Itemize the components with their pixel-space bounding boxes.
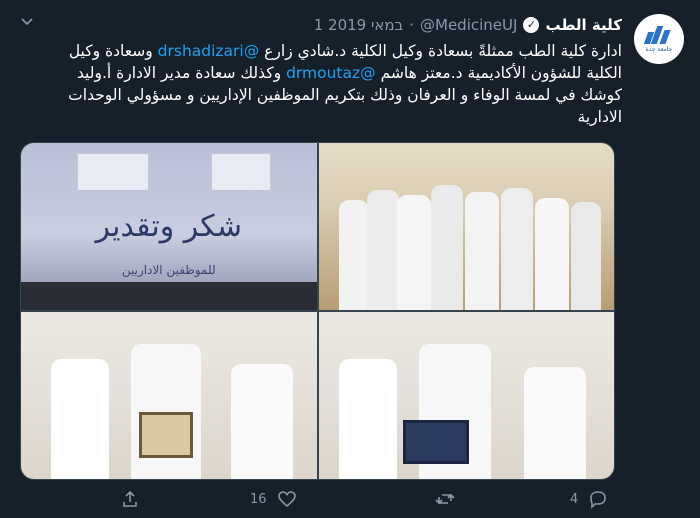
logo-box	[211, 153, 271, 191]
photo-slide[interactable]: شكر وتقدير للموظفين الاداريين	[21, 143, 317, 310]
like-button[interactable]: 16	[250, 484, 297, 514]
retweet-button[interactable]	[425, 484, 455, 514]
separator-dot: ·	[409, 16, 415, 34]
handle[interactable]: @MedicineUJ	[420, 16, 517, 34]
tweet[interactable]: جامعة جدة كلية الطب ✓ @MedicineUJ · 1 במ…	[0, 0, 700, 518]
tweet-text-part: ادارة كلية الطب ممثلةً بسعادة وكيل الكلي…	[259, 42, 622, 60]
avatar[interactable]: جامعة جدة	[634, 14, 684, 64]
award-plaque	[139, 412, 193, 458]
slide-subtitle: للموظفين الاداريين	[121, 263, 216, 277]
verified-badge-icon: ✓	[523, 17, 540, 33]
mention-link[interactable]: @drshadizari	[158, 42, 260, 60]
mention-link[interactable]: @drmoutaz	[286, 64, 376, 82]
photo-ceremony-right[interactable]	[318, 312, 614, 479]
heart-icon	[277, 491, 296, 508]
person	[464, 192, 499, 310]
tweet-header: كلية الطب ✓ @MedicineUJ · 1 במאי 2019	[314, 14, 622, 36]
person	[430, 185, 463, 310]
photo-group[interactable]	[318, 143, 614, 310]
person	[534, 198, 569, 310]
retweet-icon	[435, 493, 455, 505]
media-grid: شكر وتقدير للموظفين الاداريين	[20, 142, 615, 480]
like-count: 16	[250, 491, 267, 507]
reply-icon	[590, 491, 607, 509]
logo-box	[77, 153, 149, 191]
award-plaque	[402, 420, 469, 464]
share-button[interactable]	[120, 484, 140, 514]
reply-button[interactable]: 4	[570, 484, 608, 514]
person	[338, 200, 369, 310]
person	[570, 202, 601, 310]
share-icon	[123, 490, 137, 507]
person	[51, 359, 109, 479]
action-bar: 16 4	[0, 484, 700, 514]
photo-ceremony-left[interactable]	[21, 312, 317, 479]
person	[338, 359, 397, 479]
slide-title: شكر وتقدير	[95, 209, 242, 244]
chairs	[21, 282, 317, 310]
avatar-logo-text: جامعة جدة	[645, 45, 673, 53]
person	[231, 364, 293, 479]
tweet-text: ادارة كلية الطب ممثلةً بسعادة وكيل الكلي…	[62, 40, 622, 128]
reply-count: 4	[570, 491, 579, 507]
person	[523, 367, 586, 479]
person	[366, 190, 399, 310]
tweet-date[interactable]: 1 במאי 2019	[314, 16, 404, 34]
person	[500, 188, 533, 310]
person	[396, 195, 431, 310]
chevron-down-icon[interactable]	[20, 14, 34, 32]
display-name[interactable]: كلية الطب	[545, 16, 622, 34]
university-logo-icon	[643, 25, 674, 44]
